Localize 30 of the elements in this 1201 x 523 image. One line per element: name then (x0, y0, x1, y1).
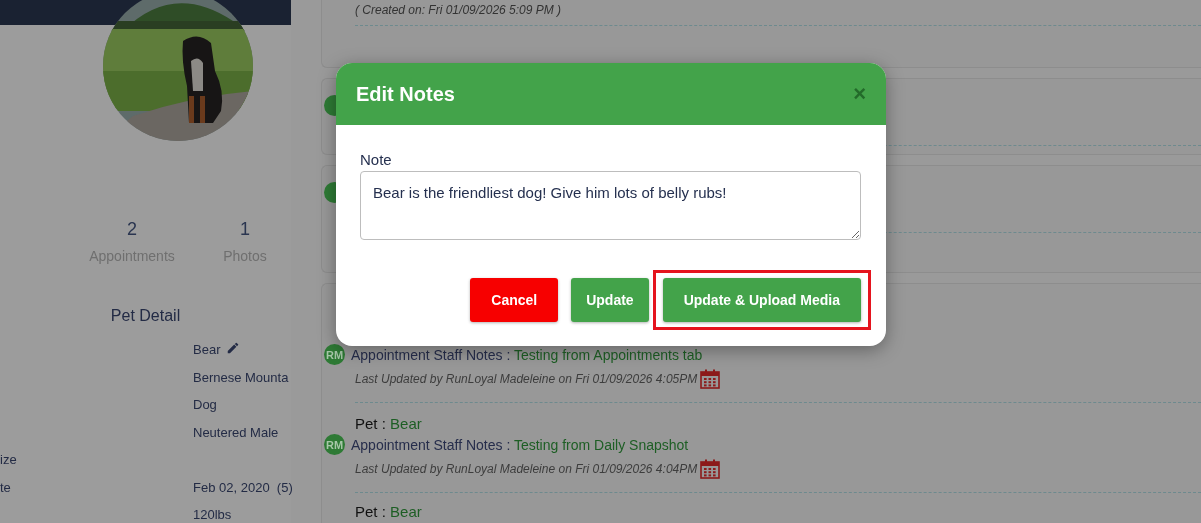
avatar-badge: RM (324, 344, 345, 365)
pet-line: Pet : Bear (355, 503, 423, 520)
note-line: Appointment Staff Notes : Testing from Daily Snapshot (351, 436, 689, 453)
detail-value: Dog (193, 396, 217, 414)
updated-text: Last Updated by RunLoyal Madeleine on Fri 01/09/2026 4:05PM (355, 372, 698, 386)
detail-value: Feb 02, 2020 (5) (193, 478, 293, 497)
field-label: Note (360, 151, 393, 168)
dialog-title: Edit Notes (356, 82, 455, 106)
pet-line: Pet : Bear (355, 415, 423, 432)
pencil-icon[interactable] (226, 341, 241, 355)
update-button[interactable]: Update & Upload Media (662, 278, 861, 322)
detail-label: te (0, 478, 11, 497)
created-date: ( Created on: Fri 01/09/2026 5:09 PM ) (355, 2, 563, 17)
stat-value: 2 (127, 219, 137, 240)
update-button[interactable]: Update (571, 278, 649, 322)
stat-value: 1 (240, 219, 250, 240)
detail-value: Bernese Mounta (193, 368, 289, 387)
updated-text: Last Updated by RunLoyal Madeleine on Fri 01/09/2026 4:04PM (355, 462, 698, 476)
note-line: Appointment Staff Notes : Testing from Appointments tab (351, 346, 703, 363)
note-field[interactable]: Bear is the friendliest dog! Give him lots of belly rubs! (360, 171, 861, 240)
detail-value: Bear (193, 341, 221, 359)
detail-value: Neutered Male (193, 423, 279, 442)
section-title: Pet Detail (109, 307, 182, 325)
detail-label: ize (0, 451, 17, 469)
close-button[interactable]: × (853, 83, 866, 105)
cancel-button[interactable]: Cancel (470, 278, 559, 322)
avatar-badge: RM (324, 434, 345, 455)
detail-value: 120lbs (193, 506, 232, 523)
calendar-icon (700, 369, 721, 389)
calendar-icon (700, 459, 721, 479)
